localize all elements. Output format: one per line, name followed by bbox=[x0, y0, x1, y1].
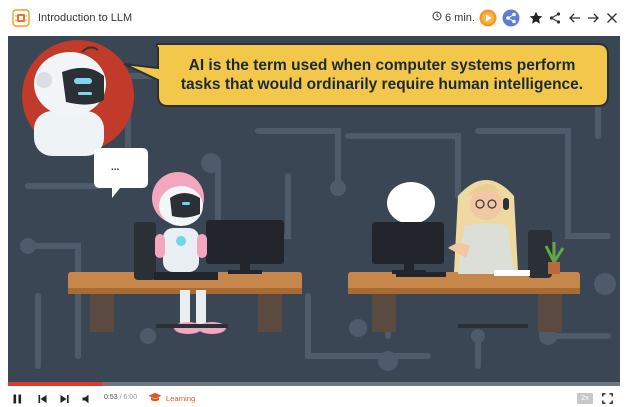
clock-icon bbox=[432, 11, 442, 24]
playback-speed-button[interactable]: 2x bbox=[577, 393, 593, 404]
skip-previous-icon[interactable] bbox=[37, 392, 47, 405]
fullscreen-icon[interactable] bbox=[601, 392, 613, 405]
current-time: 0:53 bbox=[104, 394, 118, 401]
video-stage[interactable]: AI is the term used when computer system… bbox=[8, 36, 620, 382]
lesson-icon bbox=[12, 9, 30, 27]
lesson-title: Introduction to LLM bbox=[38, 12, 133, 24]
progress-bar[interactable] bbox=[8, 382, 620, 386]
arrow-left-icon[interactable] bbox=[566, 9, 584, 27]
learning-label: Learning bbox=[166, 394, 196, 403]
learning-mode-button[interactable]: Learning bbox=[148, 392, 195, 405]
graduation-cap-icon bbox=[148, 392, 162, 405]
share-badge-icon[interactable] bbox=[502, 9, 520, 27]
play-badge-icon[interactable] bbox=[479, 9, 497, 27]
thinking-bubble-dots: ... bbox=[111, 162, 120, 173]
pause-icon[interactable] bbox=[12, 392, 22, 405]
share-icon[interactable] bbox=[546, 9, 564, 27]
skip-next-icon[interactable] bbox=[59, 392, 69, 405]
top-bar: Introduction to LLM 6 min. bbox=[0, 0, 626, 36]
arrow-right-icon[interactable] bbox=[584, 9, 602, 27]
lesson-player: Introduction to LLM 6 min. AI is the ter… bbox=[0, 0, 626, 407]
total-time: 6:00 bbox=[123, 394, 138, 401]
close-icon[interactable] bbox=[603, 9, 621, 27]
star-icon[interactable] bbox=[527, 9, 545, 27]
volume-icon[interactable] bbox=[81, 392, 91, 405]
progress-fill bbox=[8, 382, 103, 386]
duration-label: 6 min. bbox=[432, 11, 475, 24]
speech-bubble-text: AI is the term used when computer system… bbox=[180, 57, 584, 93]
player-controls: 0:53 / 6:00 Learning 2x bbox=[0, 390, 626, 407]
playback-time: 0:53 / 6:00 bbox=[104, 394, 137, 401]
duration-text: 6 min. bbox=[445, 11, 475, 24]
